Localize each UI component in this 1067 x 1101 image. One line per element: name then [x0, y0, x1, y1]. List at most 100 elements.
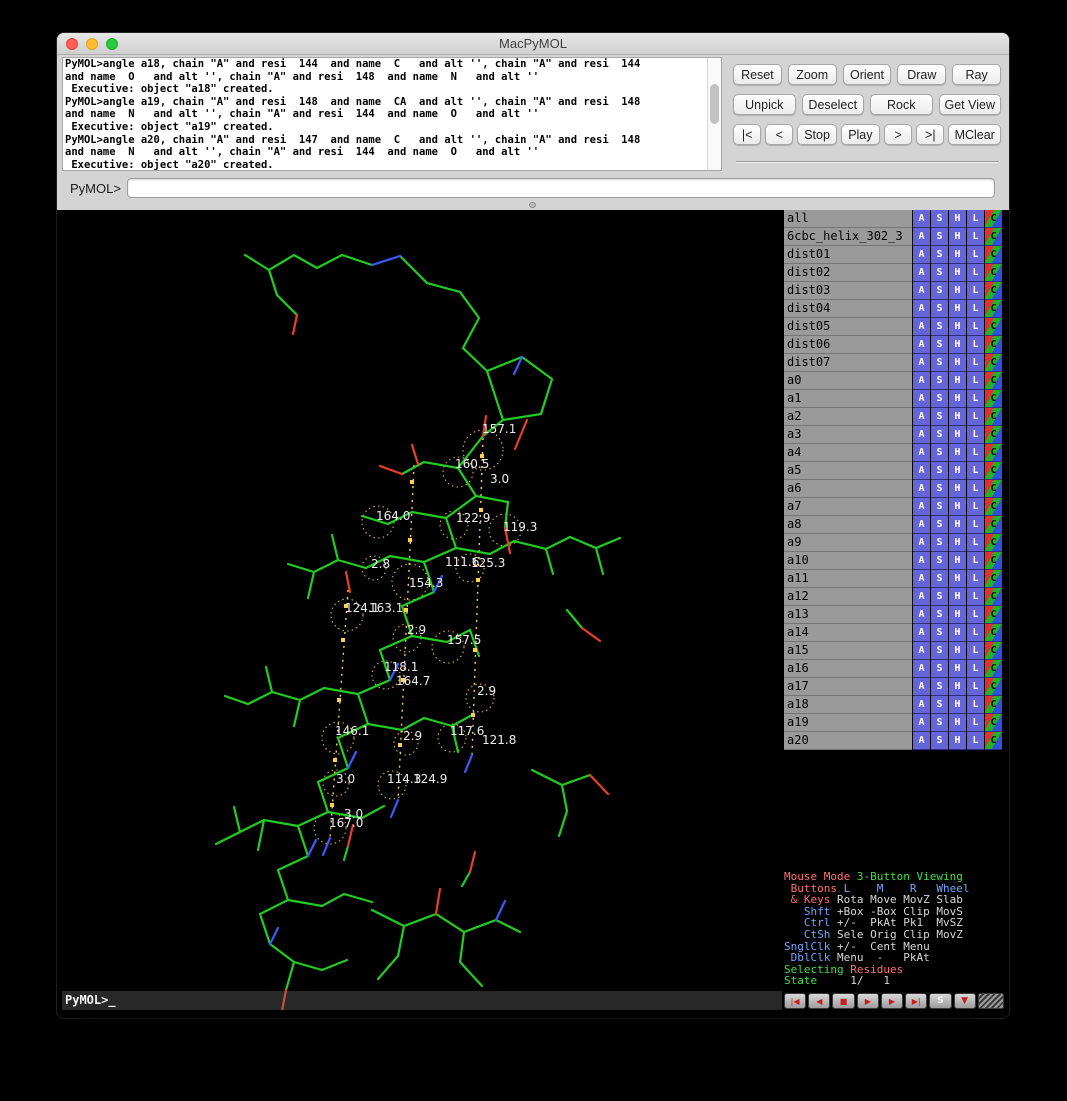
object-name[interactable]: a12 — [784, 588, 912, 606]
object-action-l-button[interactable]: L — [967, 570, 984, 588]
minimize-button[interactable] — [86, 38, 98, 50]
object-name[interactable]: dist05 — [784, 318, 912, 336]
object-action-s-button[interactable]: S — [931, 300, 948, 318]
object-action-a-button[interactable]: A — [913, 714, 930, 732]
object-action-l-button[interactable]: L — [967, 714, 984, 732]
object-action-h-button[interactable]: H — [949, 516, 966, 534]
object-action-h-button[interactable]: H — [949, 624, 966, 642]
ray-button[interactable]: Ray — [952, 64, 1001, 85]
object-action-c-button[interactable]: C — [985, 498, 1002, 516]
object-action-h-button[interactable]: H — [949, 552, 966, 570]
movie-forward-button[interactable]: > — [884, 124, 912, 145]
object-action-s-button[interactable]: S — [931, 282, 948, 300]
object-action-c-button[interactable]: C — [985, 732, 1002, 750]
object-action-a-button[interactable]: A — [913, 246, 930, 264]
object-action-a-button[interactable]: A — [913, 354, 930, 372]
object-action-h-button[interactable]: H — [949, 390, 966, 408]
object-name[interactable]: a11 — [784, 570, 912, 588]
object-action-a-button[interactable]: A — [913, 282, 930, 300]
object-action-a-button[interactable]: A — [913, 426, 930, 444]
object-action-h-button[interactable]: H — [949, 678, 966, 696]
object-action-c-button[interactable]: C — [985, 696, 1002, 714]
object-action-h-button[interactable]: H — [949, 606, 966, 624]
object-action-h-button[interactable]: H — [949, 318, 966, 336]
object-action-l-button[interactable]: L — [967, 210, 984, 228]
object-action-a-button[interactable]: A — [913, 480, 930, 498]
object-name[interactable]: dist02 — [784, 264, 912, 282]
object-action-h-button[interactable]: H — [949, 570, 966, 588]
object-action-h-button[interactable]: H — [949, 354, 966, 372]
object-action-c-button[interactable]: C — [985, 408, 1002, 426]
object-action-a-button[interactable]: A — [913, 534, 930, 552]
object-action-s-button[interactable]: S — [931, 534, 948, 552]
object-name[interactable]: a14 — [784, 624, 912, 642]
object-action-s-button[interactable]: S — [931, 444, 948, 462]
movie-goto-start-button[interactable]: |◀ — [784, 993, 806, 1009]
object-action-h-button[interactable]: H — [949, 642, 966, 660]
object-action-c-button[interactable]: C — [985, 228, 1002, 246]
object-name[interactable]: a20 — [784, 732, 912, 750]
object-action-h-button[interactable]: H — [949, 714, 966, 732]
object-action-a-button[interactable]: A — [913, 642, 930, 660]
object-action-l-button[interactable]: L — [967, 480, 984, 498]
deselect-button[interactable]: Deselect — [802, 94, 865, 115]
object-action-a-button[interactable]: A — [913, 372, 930, 390]
object-action-h-button[interactable]: H — [949, 246, 966, 264]
object-action-a-button[interactable]: A — [913, 318, 930, 336]
object-action-l-button[interactable]: L — [967, 624, 984, 642]
object-name[interactable]: a19 — [784, 714, 912, 732]
object-action-s-button[interactable]: S — [931, 588, 948, 606]
object-action-a-button[interactable]: A — [913, 336, 930, 354]
object-action-c-button[interactable]: C — [985, 444, 1002, 462]
object-action-a-button[interactable]: A — [913, 444, 930, 462]
object-action-s-button[interactable]: S — [931, 714, 948, 732]
object-action-l-button[interactable]: L — [967, 642, 984, 660]
object-action-l-button[interactable]: L — [967, 588, 984, 606]
movie-stop-button[interactable]: Stop — [797, 124, 836, 145]
fullscreen-button[interactable] — [106, 38, 118, 50]
object-action-s-button[interactable]: S — [931, 228, 948, 246]
object-action-a-button[interactable]: A — [913, 498, 930, 516]
object-action-s-button[interactable]: S — [931, 660, 948, 678]
unpick-button[interactable]: Unpick — [733, 94, 796, 115]
object-action-l-button[interactable]: L — [967, 462, 984, 480]
object-action-c-button[interactable]: C — [985, 534, 1002, 552]
object-action-a-button[interactable]: A — [913, 624, 930, 642]
object-name[interactable]: a3 — [784, 426, 912, 444]
object-action-s-button[interactable]: S — [931, 516, 948, 534]
object-action-s-button[interactable]: S — [931, 246, 948, 264]
object-action-s-button[interactable]: S — [931, 408, 948, 426]
object-action-h-button[interactable]: H — [949, 264, 966, 282]
object-name[interactable]: a13 — [784, 606, 912, 624]
molecule-viewport[interactable]: 157.1160.53.0164.0122.9119.32.8111.6125.… — [62, 210, 782, 1010]
object-action-l-button[interactable]: L — [967, 552, 984, 570]
object-name[interactable]: a5 — [784, 462, 912, 480]
object-name[interactable]: dist03 — [784, 282, 912, 300]
object-name[interactable]: a9 — [784, 534, 912, 552]
object-action-l-button[interactable]: L — [967, 300, 984, 318]
object-action-c-button[interactable]: C — [985, 642, 1002, 660]
object-name[interactable]: a7 — [784, 498, 912, 516]
object-action-c-button[interactable]: C — [985, 570, 1002, 588]
object-action-c-button[interactable]: C — [985, 318, 1002, 336]
object-action-c-button[interactable]: C — [985, 588, 1002, 606]
object-name[interactable]: a16 — [784, 660, 912, 678]
object-action-a-button[interactable]: A — [913, 678, 930, 696]
object-action-c-button[interactable]: C — [985, 426, 1002, 444]
close-button[interactable] — [66, 38, 78, 50]
object-action-a-button[interactable]: A — [913, 462, 930, 480]
object-action-a-button[interactable]: A — [913, 660, 930, 678]
object-name[interactable]: dist01 — [784, 246, 912, 264]
object-action-h-button[interactable]: H — [949, 372, 966, 390]
object-action-c-button[interactable]: C — [985, 390, 1002, 408]
object-name[interactable]: 6cbc_helix_302_3 — [784, 228, 912, 246]
mclear-button[interactable]: MClear — [948, 124, 1001, 145]
movie-end-button[interactable]: >| — [916, 124, 944, 145]
object-action-c-button[interactable]: C — [985, 552, 1002, 570]
object-action-h-button[interactable]: H — [949, 300, 966, 318]
object-name[interactable]: a2 — [784, 408, 912, 426]
zoom-button[interactable]: Zoom — [788, 64, 837, 85]
object-action-h-button[interactable]: H — [949, 732, 966, 750]
object-name[interactable]: a4 — [784, 444, 912, 462]
movie-play-small-button[interactable]: ▶ — [857, 993, 879, 1009]
